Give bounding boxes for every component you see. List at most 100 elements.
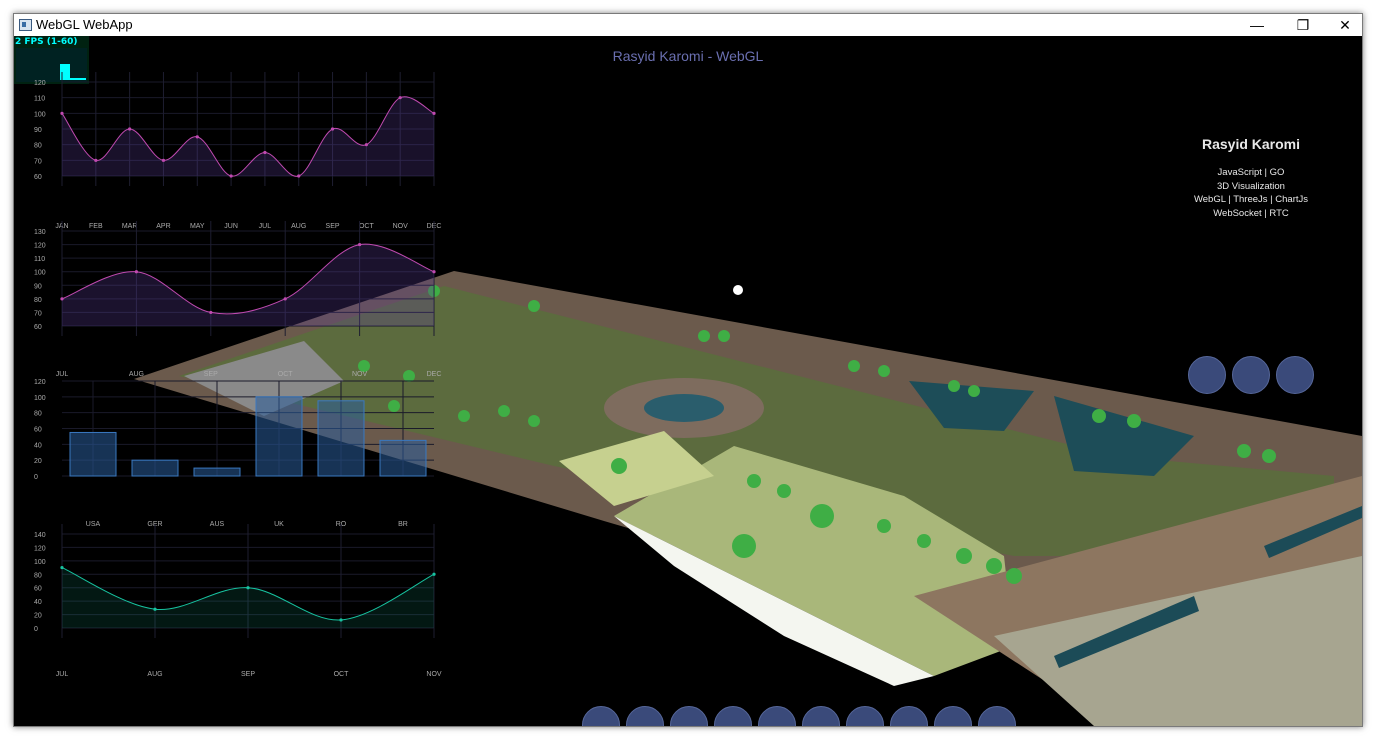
y-tick-label: 100 — [34, 270, 46, 277]
chart-3: 020406080100120USAGERAUSUKROBR — [34, 379, 434, 528]
x-tick-label: DEC — [427, 371, 442, 378]
x-tick-label: SEP — [326, 223, 340, 230]
y-tick-label: 110 — [34, 96, 45, 103]
y-tick-label: 100 — [34, 559, 46, 566]
charts-overlay: 60708090100110120JANFEBMARAPRMAYJUNJULAU… — [34, 72, 442, 678]
y-tick-label: 60 — [34, 324, 42, 331]
x-tick-label: SEP — [204, 371, 218, 378]
x-tick-label: JUL — [259, 223, 272, 230]
data-point — [398, 96, 402, 100]
nav-circle-button[interactable] — [1232, 356, 1270, 394]
y-tick-label: 20 — [34, 458, 42, 465]
x-tick-label: OCT — [334, 671, 350, 678]
data-point — [94, 158, 98, 162]
x-tick-label: MAY — [190, 223, 205, 230]
x-tick-label: AUG — [129, 371, 144, 378]
x-tick-label: MAR — [122, 223, 138, 230]
y-tick-label: 120 — [34, 545, 46, 552]
nav-circle-button[interactable] — [1276, 356, 1314, 394]
x-tick-label: SEP — [241, 671, 255, 678]
profile-card: Rasyid Karomi JavaScript | GO 3D Visuali… — [1174, 136, 1328, 220]
bar — [379, 439, 427, 477]
x-tick-label: APR — [156, 223, 170, 230]
data-point — [364, 143, 368, 147]
y-tick-label: 90 — [34, 127, 42, 134]
data-point — [432, 572, 436, 576]
data-point — [134, 270, 138, 274]
y-tick-label: 60 — [34, 586, 42, 593]
y-tick-label: 80 — [34, 297, 42, 304]
y-tick-label: 80 — [34, 411, 42, 418]
x-tick-label: JUL — [56, 671, 69, 678]
bar — [193, 467, 241, 477]
app-icon — [19, 19, 32, 31]
chart-2: 60 70 80 90 100 110 120 130 JUL AUG SEP OCT NOV DEC — [34, 221, 441, 378]
app-window: WebGL WebApp — ❐ ✕ 2 FPS (1-60) Rasyid K… — [13, 13, 1363, 727]
data-point — [263, 150, 267, 155]
y-tick-label: 120 — [34, 243, 46, 250]
y-tick-label: 60 — [34, 427, 42, 434]
y-tick-label: 0 — [34, 474, 38, 481]
x-tick-label: FEB — [89, 223, 103, 230]
y-tick-label: 90 — [34, 283, 42, 290]
x-tick-label: JUL — [56, 371, 69, 378]
y-tick-label: 100 — [34, 395, 46, 402]
data-point — [432, 111, 436, 115]
data-point — [60, 297, 64, 301]
y-tick-label: 130 — [34, 229, 46, 236]
page-heading: Rasyid Karomi - WebGL — [612, 48, 764, 64]
x-tick-label: NOV — [352, 371, 368, 378]
profile-skill: WebGL | ThreeJs | ChartJs — [1193, 194, 1309, 205]
series-area — [62, 96, 434, 177]
x-tick-label: NOV — [426, 671, 442, 678]
maximize-button[interactable]: ❐ — [1280, 14, 1326, 36]
bar — [69, 431, 117, 477]
chart-4: 0 20 40 60 80 100 120 140 JUL AUG SEP OCT NOV — [34, 524, 442, 678]
x-tick-label: AUG — [291, 223, 306, 230]
x-tick-label: BR — [398, 521, 408, 528]
data-point — [246, 586, 250, 590]
x-tick-label: AUS — [210, 521, 225, 528]
minimize-button[interactable]: — — [1234, 14, 1280, 36]
data-point — [297, 174, 301, 178]
data-point — [330, 127, 335, 131]
x-tick-label: JUN — [224, 223, 238, 230]
bar — [255, 396, 303, 477]
data-point — [60, 565, 64, 570]
y-tick-label: 0 — [34, 626, 38, 633]
y-tick-label: 100 — [34, 111, 46, 118]
y-tick-label: 20 — [34, 613, 42, 620]
profile-skill: WebSocket | RTC — [1213, 207, 1289, 219]
x-tick-label: UK — [274, 521, 284, 528]
y-tick-label: 120 — [34, 80, 46, 87]
x-tick-label: USA — [86, 521, 101, 528]
data-point — [358, 242, 362, 247]
fps-label: 2 FPS (1-60) — [15, 37, 78, 47]
data-point — [60, 111, 64, 115]
x-tick-label: OCT — [278, 371, 294, 378]
data-point — [153, 607, 157, 611]
y-tick-label: 80 — [34, 143, 42, 150]
y-tick-label: 40 — [34, 442, 42, 449]
data-point — [432, 270, 436, 274]
bar — [317, 400, 365, 477]
x-tick-label: NOV — [393, 223, 409, 230]
window-title: WebGL WebApp — [36, 17, 133, 32]
profile-skill: JavaScript | GO — [1217, 167, 1285, 178]
data-point — [195, 135, 199, 139]
data-point — [209, 310, 213, 315]
webgl-canvas[interactable]: 2 FPS (1-60) Rasyid Karomi - WebGL Rasyi… — [14, 36, 1362, 726]
bar — [131, 459, 179, 477]
nav-circle-button[interactable] — [1188, 356, 1226, 394]
title-bar[interactable]: WebGL WebApp — ❐ ✕ — [14, 14, 1362, 36]
y-tick-label: 60 — [34, 174, 42, 181]
y-tick-label: 140 — [34, 532, 46, 539]
y-tick-label: 70 — [34, 310, 42, 317]
data-point — [128, 127, 132, 131]
data-point — [283, 297, 287, 301]
close-button[interactable]: ✕ — [1328, 14, 1362, 36]
profile-skill: 3D Visualization — [1217, 180, 1285, 192]
chart-1: 60708090100110120JANFEBMARAPRMAYJUNJULAU… — [34, 72, 441, 230]
y-tick-label: 70 — [34, 158, 42, 165]
y-tick-label: 80 — [34, 572, 42, 579]
